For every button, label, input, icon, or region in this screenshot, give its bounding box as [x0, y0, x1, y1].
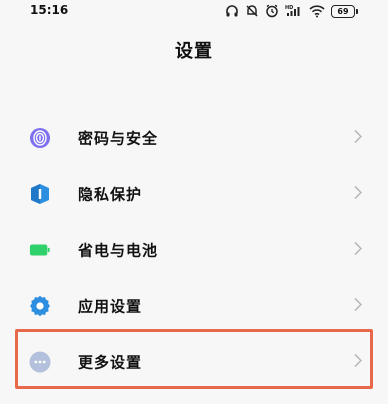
menu-item-label: 应用设置 — [78, 297, 143, 316]
battery-saver-icon — [29, 239, 51, 261]
settings-list: 密码与安全 隐私保护 省电与电池 应用设置 更多设置 — [0, 110, 388, 390]
hd-signal-icon: HD — [285, 4, 303, 18]
chevron-right-icon — [354, 241, 363, 260]
menu-item-more-settings[interactable]: 更多设置 — [0, 334, 388, 390]
alarm-icon — [265, 4, 279, 18]
status-bar: 15:16 HD 69 — [0, 0, 388, 26]
gear-icon — [29, 295, 51, 317]
wifi-icon — [309, 4, 325, 18]
svg-text:HD: HD — [285, 5, 293, 11]
chevron-right-icon — [354, 185, 363, 204]
menu-item-app-settings[interactable]: 应用设置 — [0, 278, 388, 334]
menu-item-battery[interactable]: 省电与电池 — [0, 222, 388, 278]
menu-item-privacy[interactable]: 隐私保护 — [0, 166, 388, 222]
chevron-right-icon — [354, 129, 363, 148]
menu-item-label: 隐私保护 — [78, 185, 143, 204]
menu-item-label: 省电与电池 — [78, 241, 159, 260]
menu-item-label: 密码与安全 — [78, 129, 159, 148]
more-dots-icon — [29, 351, 51, 373]
mute-icon — [245, 4, 259, 18]
status-icons: HD 69 — [225, 2, 358, 20]
menu-item-label: 更多设置 — [78, 353, 143, 372]
status-time: 15:16 — [30, 3, 69, 17]
battery-icon: 69 — [331, 4, 358, 18]
chevron-right-icon — [354, 353, 363, 372]
chevron-right-icon — [354, 297, 363, 316]
menu-item-password-security[interactable]: 密码与安全 — [0, 110, 388, 166]
page-title: 设置 — [175, 41, 213, 62]
fingerprint-icon — [29, 127, 51, 149]
privacy-shield-icon — [29, 183, 51, 205]
headphones-icon — [225, 4, 239, 18]
